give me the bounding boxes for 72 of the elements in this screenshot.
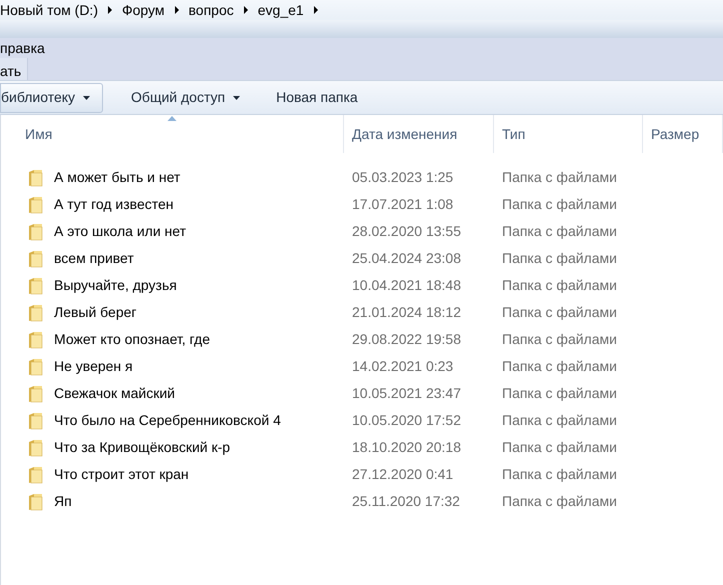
type-cell-text: Папка с файлами bbox=[501, 195, 618, 214]
type-cell-text: Папка с файлами bbox=[501, 438, 618, 457]
toolbar-button[interactable]: Новая папка bbox=[268, 82, 366, 112]
date-cell-text: 18.10.2020 20:18 bbox=[351, 438, 462, 457]
type-cell-text: Папка с файлами bbox=[501, 303, 618, 322]
date-cell-text: 14.02.2021 0:23 bbox=[351, 357, 454, 376]
chevron-icon bbox=[108, 6, 112, 14]
folder-icon bbox=[28, 222, 44, 240]
tab[interactable]: ать bbox=[0, 58, 28, 80]
date-cell-text: 25.04.2024 23:08 bbox=[351, 249, 462, 268]
column-header[interactable]: Дата изменения bbox=[344, 115, 494, 153]
file-name[interactable]: А тут год известен bbox=[54, 194, 174, 215]
file-name[interactable]: Что строит этот кран bbox=[54, 464, 189, 485]
type-cell-text: Папка с файлами bbox=[501, 411, 618, 430]
chevron-icon bbox=[244, 6, 248, 14]
breadcrumb-item[interactable]: Новый том (D:) bbox=[0, 0, 98, 20]
date-cell-text: 27.12.2020 0:41 bbox=[351, 465, 454, 484]
toolbar-button[interactable]: Общий доступ bbox=[123, 82, 248, 112]
file-name[interactable]: всем привет bbox=[54, 248, 134, 269]
folder-icon bbox=[28, 412, 44, 430]
date-cell-text: 21.01.2024 18:12 bbox=[351, 303, 462, 322]
sort-arrow-icon bbox=[168, 116, 176, 121]
breadcrumb-item[interactable]: evg_e1 bbox=[258, 0, 304, 20]
file-name[interactable]: Яп bbox=[54, 491, 72, 512]
breadcrumb-item[interactable]: Форум bbox=[122, 0, 165, 20]
date-cell-text: 10.04.2021 18:48 bbox=[351, 276, 462, 295]
file-name[interactable]: Что за Кривощёковский к-р bbox=[54, 437, 230, 458]
folder-icon bbox=[28, 168, 44, 186]
file-name[interactable]: Левый берег bbox=[54, 302, 137, 323]
folder-icon bbox=[28, 330, 44, 348]
type-cell-text: Папка с файлами bbox=[501, 384, 618, 403]
file-name[interactable]: А может быть и нет bbox=[54, 167, 180, 188]
type-cell-text: Папка с файлами bbox=[501, 222, 618, 241]
folder-icon bbox=[28, 384, 44, 402]
file-name[interactable]: А это школа или нет bbox=[54, 221, 186, 242]
type-cell-text: Папка с файлами bbox=[501, 492, 618, 511]
file-name[interactable]: Свежачок майский bbox=[54, 383, 175, 404]
breadcrumb-item[interactable]: вопрос bbox=[188, 0, 234, 20]
folder-icon bbox=[28, 276, 44, 294]
column-header[interactable]: Размер bbox=[643, 115, 723, 153]
column-header[interactable]: Тип bbox=[494, 115, 643, 153]
caret-icon bbox=[83, 96, 90, 100]
caret-icon bbox=[233, 96, 240, 100]
toolbar-button[interactable]: библиотеку bbox=[0, 82, 104, 112]
date-cell-text: 28.02.2020 13:55 bbox=[351, 222, 462, 241]
date-cell-text: 17.07.2021 1:08 bbox=[351, 195, 454, 214]
file-name[interactable]: Что было на Серебренниковской 4 bbox=[54, 410, 281, 431]
folder-icon bbox=[28, 358, 44, 376]
type-cell-text: Папка с файлами bbox=[501, 465, 618, 484]
type-cell-text: Папка с файлами bbox=[501, 357, 618, 376]
folder-icon bbox=[28, 438, 44, 456]
date-cell-text: 25.11.2020 17:32 bbox=[351, 492, 461, 511]
type-cell-text: Папка с файлами bbox=[501, 276, 618, 295]
folder-icon bbox=[28, 250, 44, 268]
date-cell-text: 10.05.2020 17:52 bbox=[351, 411, 462, 430]
column-header[interactable]: Имя bbox=[1, 115, 344, 153]
date-cell-text: 05.03.2023 1:25 bbox=[351, 168, 454, 187]
file-name[interactable]: Выручайте, друзья bbox=[54, 275, 177, 296]
folder-icon bbox=[28, 196, 44, 214]
file-name[interactable]: Не уверен я bbox=[54, 356, 133, 377]
folder-icon bbox=[28, 304, 44, 322]
type-cell-text: Папка с файлами bbox=[501, 330, 618, 349]
file-name[interactable]: Может кто опознает, где bbox=[54, 329, 210, 350]
date-cell-text: 10.05.2021 23:47 bbox=[351, 384, 462, 403]
date-cell-text: 29.08.2022 19:58 bbox=[351, 330, 462, 349]
type-cell-text: Папка с файлами bbox=[501, 168, 618, 187]
menu-item[interactable]: правка bbox=[0, 38, 45, 58]
chevron-icon bbox=[174, 6, 179, 14]
chevron-icon bbox=[314, 6, 318, 14]
folder-icon bbox=[28, 492, 44, 510]
folder-icon bbox=[28, 466, 44, 484]
type-cell-text: Папка с файлами bbox=[501, 249, 618, 268]
